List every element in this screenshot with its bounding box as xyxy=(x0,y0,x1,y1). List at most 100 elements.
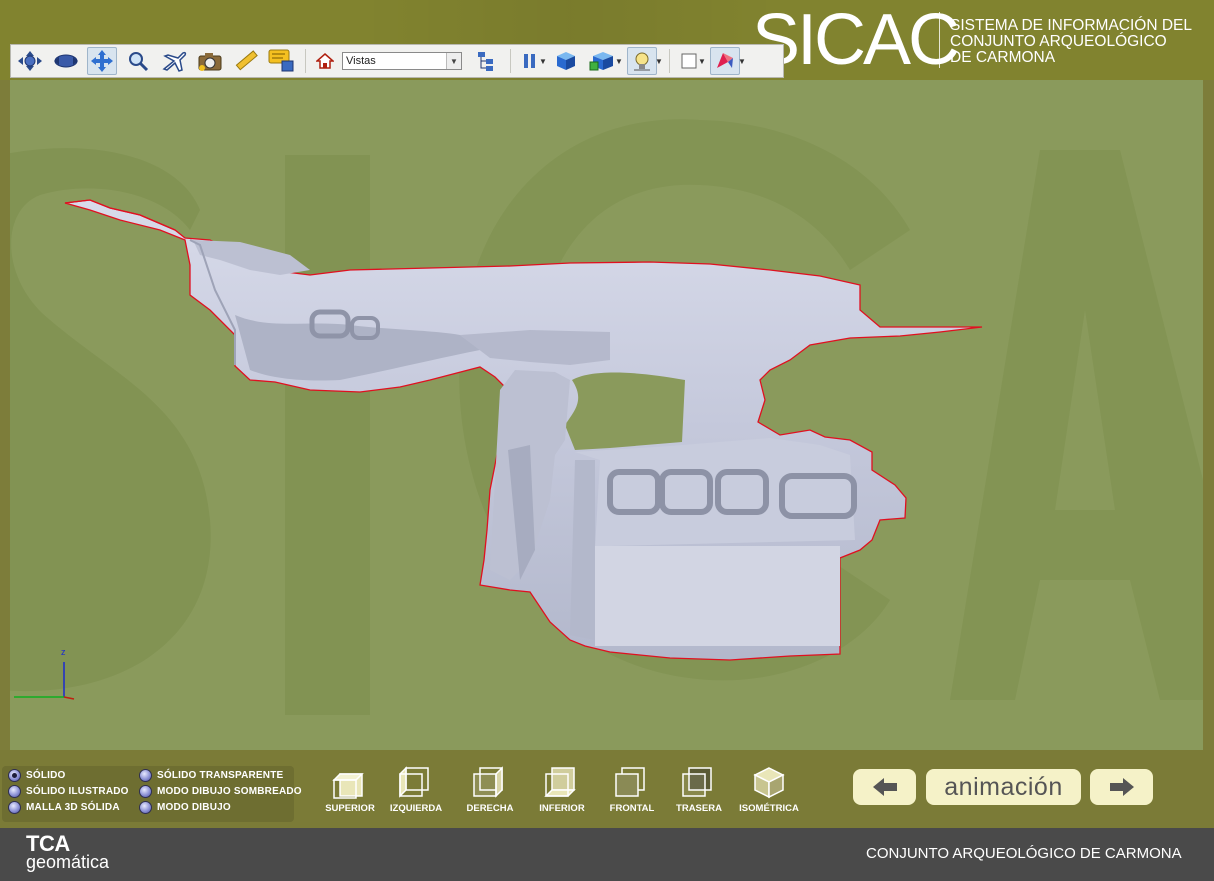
toolbar-separator xyxy=(305,49,306,73)
footer-title: CONJUNTO ARQUEOLÓGICO DE CARMONA xyxy=(866,845,1182,862)
orbit-button[interactable] xyxy=(15,47,45,75)
view-back-button[interactable]: TRASERA xyxy=(667,766,731,814)
radio-selected-icon[interactable] xyxy=(8,769,21,782)
pause-icon xyxy=(524,54,535,68)
cube-icon xyxy=(557,52,575,70)
radio-icon[interactable] xyxy=(8,801,21,814)
render-mode-illustrated-solid[interactable]: SÓLIDO ILUSTRADO xyxy=(8,785,129,798)
chevron-down-icon[interactable]: ▼ xyxy=(738,57,746,66)
view-label: INFERIOR xyxy=(539,803,585,814)
fly-icon xyxy=(162,51,187,72)
view-right-button[interactable]: DERECHA xyxy=(458,766,522,814)
pan-button[interactable] xyxy=(87,47,117,75)
render-mode-label: MODO DIBUJO SOMBREADO xyxy=(157,786,302,797)
render-mode-label: MODO DIBUJO xyxy=(157,802,231,813)
render-mode-solid[interactable]: SÓLIDO xyxy=(8,769,66,782)
render-mode-label: SÓLIDO ILUSTRADO xyxy=(26,786,129,797)
comment-button[interactable] xyxy=(267,47,297,75)
zoom-icon xyxy=(129,52,149,72)
view-front-button[interactable]: FRONTAL xyxy=(600,766,664,814)
view-back-icon xyxy=(682,767,712,797)
render-mode-label: SÓLIDO xyxy=(26,770,66,781)
radio-icon[interactable] xyxy=(8,785,21,798)
model-mesh xyxy=(64,199,983,661)
cube-set-button[interactable] xyxy=(587,47,617,75)
zoom-button[interactable] xyxy=(123,47,153,75)
axis-label-z: z xyxy=(61,647,66,657)
render-mode-label: MALLA 3D SÓLIDA xyxy=(26,802,120,813)
camera-icon xyxy=(198,53,222,71)
subtitle-line: DE CARMONA xyxy=(950,49,1056,66)
view-top-button[interactable]: SUPERIOR xyxy=(318,766,382,814)
view-label: FRONTAL xyxy=(609,803,655,814)
chevron-down-icon[interactable]: ▼ xyxy=(655,57,663,66)
fly-button[interactable] xyxy=(159,47,189,75)
comment-icon xyxy=(268,49,294,72)
view-label: TRASERA xyxy=(676,803,722,814)
background-color-icon xyxy=(681,53,697,69)
model-tree-icon xyxy=(478,52,493,71)
pan-icon xyxy=(91,50,113,72)
chevron-down-icon: ▼ xyxy=(446,53,461,69)
axis-triad: z xyxy=(14,647,75,700)
previous-button[interactable] xyxy=(853,769,916,805)
render-mode-label: SÓLIDO TRANSPARENTE xyxy=(157,770,284,781)
viewer-toolbar: Vistas ▼ ▼ ▼ ▼ ▼ ▼ xyxy=(10,44,784,78)
view-right-icon xyxy=(473,766,503,798)
light-icon xyxy=(634,52,650,71)
view-label: IZQUIERDA xyxy=(389,803,443,814)
view-bottom-button[interactable]: INFERIOR xyxy=(530,766,594,814)
view-isometric-button[interactable]: ISOMÉTRICA xyxy=(737,766,801,814)
cube-button[interactable] xyxy=(551,47,581,75)
chevron-down-icon[interactable]: ▼ xyxy=(615,57,623,66)
arrow-right-icon xyxy=(1109,778,1134,796)
render-mode-drawing[interactable]: MODO DIBUJO xyxy=(139,801,231,814)
background-color-button[interactable] xyxy=(678,47,700,75)
snapshot-button[interactable] xyxy=(195,47,225,75)
render-mode-button[interactable] xyxy=(710,47,740,75)
radio-icon[interactable] xyxy=(139,769,152,782)
views-dropdown-value: Vistas xyxy=(346,55,376,67)
view-front-icon xyxy=(615,767,645,797)
3d-viewport[interactable]: z xyxy=(10,80,1203,750)
view-bottom-icon xyxy=(544,767,576,797)
light-button[interactable] xyxy=(627,47,657,75)
toolbar-separator xyxy=(669,49,670,73)
model-tree-button[interactable] xyxy=(472,47,502,75)
radio-icon[interactable] xyxy=(139,785,152,798)
view-label: DERECHA xyxy=(466,803,514,814)
view-label: SUPERIOR xyxy=(325,803,375,814)
view-label: ISOMÉTRICA xyxy=(739,803,799,814)
animation-button[interactable]: animación xyxy=(926,769,1081,805)
render-mode-shaded-drawing[interactable]: MODO DIBUJO SOMBREADO xyxy=(139,785,302,798)
view-isometric-icon xyxy=(753,767,785,799)
render-mode-icon xyxy=(717,53,733,68)
measure-button[interactable] xyxy=(231,47,261,75)
rotate-button[interactable] xyxy=(51,47,81,75)
view-left-icon xyxy=(399,766,429,798)
view-left-button[interactable]: IZQUIERDA xyxy=(384,766,448,814)
chevron-down-icon[interactable]: ▼ xyxy=(698,57,706,66)
render-mode-solid-mesh[interactable]: MALLA 3D SÓLIDA xyxy=(8,801,120,814)
cube-set-icon xyxy=(589,52,613,71)
subtitle-line: SISTEMA DE INFORMACIÓN DEL xyxy=(950,17,1193,34)
3d-model[interactable] xyxy=(10,80,1203,750)
home-button[interactable] xyxy=(314,47,336,75)
brand-subtitle: SISTEMA DE INFORMACIÓN DEL CONJUNTO ARQU… xyxy=(950,18,1192,66)
company-logo-subtext: geomática xyxy=(26,852,110,872)
brand-divider xyxy=(939,12,940,68)
toolbar-separator xyxy=(510,49,511,73)
radio-icon[interactable] xyxy=(139,801,152,814)
rotate-icon xyxy=(54,54,78,68)
chevron-down-icon[interactable]: ▼ xyxy=(539,57,547,66)
render-mode-transparent[interactable]: SÓLIDO TRANSPARENTE xyxy=(139,769,283,782)
arrow-left-icon xyxy=(872,778,897,796)
orbit-icon xyxy=(18,51,42,71)
pause-button[interactable] xyxy=(519,47,541,75)
measure-icon xyxy=(235,50,258,71)
view-top-icon xyxy=(332,773,364,799)
next-button[interactable] xyxy=(1090,769,1153,805)
subtitle-line: CONJUNTO ARQUEOLÓGICO xyxy=(950,33,1167,50)
views-dropdown[interactable]: Vistas ▼ xyxy=(342,52,462,70)
home-icon xyxy=(316,53,334,69)
